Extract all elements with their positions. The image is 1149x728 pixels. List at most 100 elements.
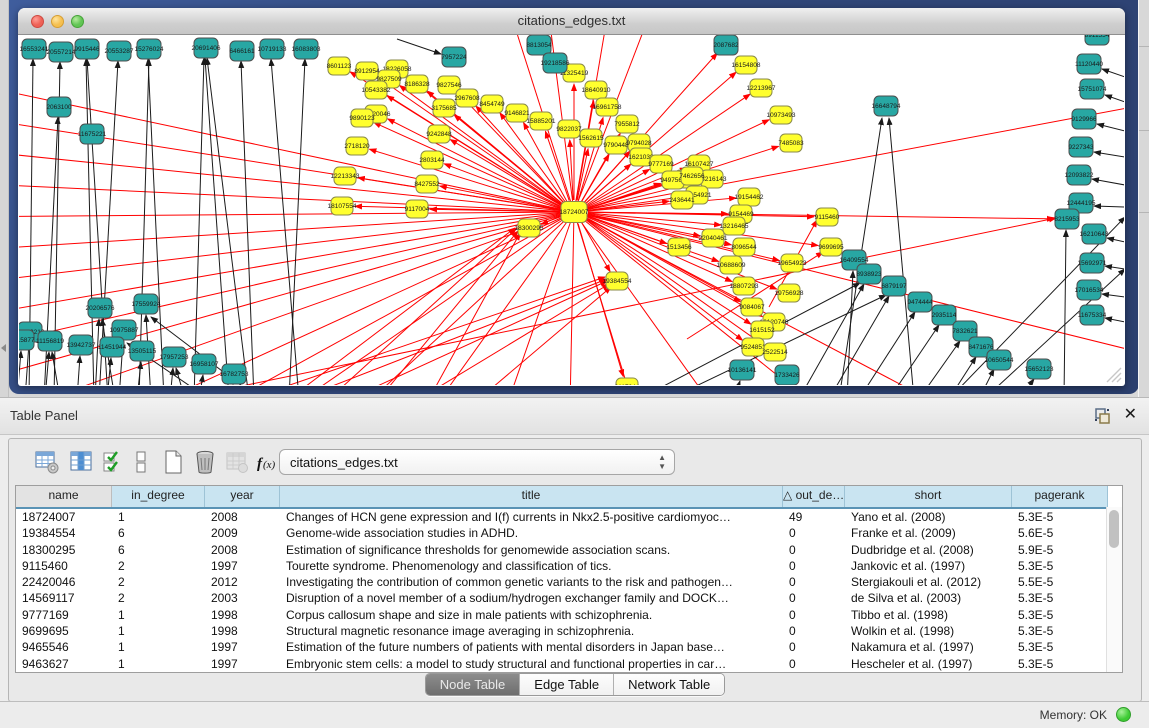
tab-edge-table[interactable]: Edge Table [520, 674, 614, 695]
graph-node[interactable]: 11675221 [78, 124, 107, 144]
graph-node[interactable]: 20553287 [105, 41, 134, 61]
graph-node[interactable]: 19384554 [603, 272, 632, 290]
column-header-in_degree[interactable]: in_degree [112, 486, 205, 507]
graph-node[interactable]: 8601123 [327, 57, 352, 75]
graph-node[interactable]: 6466161 [229, 41, 255, 61]
table-row[interactable]: 1872400712008Changes of HCN gene express… [16, 509, 1122, 525]
column-header-out_de[interactable]: △ out_de… [783, 486, 845, 507]
network-window[interactable]: citations_edges.txt 18724007860112389129… [18, 8, 1125, 386]
graph-node[interactable]: 19756928 [775, 284, 804, 302]
graph-node[interactable]: 1733426 [774, 365, 800, 385]
graph-node[interactable]: 16782753 [220, 364, 249, 384]
graph-node[interactable]: 18807293 [730, 277, 759, 295]
graph-node[interactable]: 9790448 [603, 136, 629, 154]
graph-node[interactable]: 9115460 [815, 208, 840, 226]
graph-node[interactable]: 9915877 [19, 330, 35, 350]
table-vertical-scrollbar[interactable] [1106, 507, 1122, 672]
column-header-year[interactable]: year [205, 486, 280, 507]
collapse-arrow-icon[interactable] [1, 344, 6, 352]
graph-node[interactable]: 12093822 [1065, 165, 1094, 185]
new-table-button[interactable] [159, 448, 187, 476]
graph-node[interactable]: 6879197 [881, 276, 907, 296]
graph-node[interactable]: 3175685 [431, 99, 457, 117]
table-row[interactable]: 977716911998Corpus callosum shape and si… [16, 607, 1122, 623]
graph-node[interactable]: 16210643 [1080, 224, 1109, 244]
graph-node[interactable]: 2522514 [762, 343, 788, 361]
graph-node[interactable]: 9915446 [74, 39, 100, 59]
graph-node[interactable]: 15692971 [1078, 253, 1107, 273]
graph-node[interactable]: 10973493 [767, 106, 796, 124]
graph-node[interactable]: 8813054 [526, 35, 552, 55]
resize-grip[interactable] [1104, 365, 1122, 383]
graph-node[interactable]: 20691406 [192, 38, 221, 58]
graph-node[interactable]: 15885201 [527, 112, 556, 130]
graph-node[interactable]: 2803144 [419, 151, 445, 169]
graph-node[interactable]: 8186328 [404, 75, 430, 93]
graph-node[interactable]: 7462656 [679, 167, 705, 185]
graph-node[interactable]: 17957253 [160, 347, 189, 367]
close-icon[interactable]: ✕ [1124, 406, 1137, 424]
graph-node[interactable]: 9117044 [615, 378, 640, 385]
graph-node[interactable]: 18300295 [515, 219, 544, 237]
graph-node[interactable]: 19654923 [778, 254, 807, 272]
graph-node[interactable]: 12213967 [747, 79, 776, 97]
table-row[interactable]: 946554611997Estimation of the future num… [16, 639, 1122, 655]
graph-node[interactable]: 12213343 [331, 167, 360, 185]
graph-node[interactable]: 13942737 [67, 335, 96, 355]
graph-node[interactable]: 9890123 [349, 109, 375, 127]
graph-node[interactable]: 19218586 [541, 53, 570, 73]
table-row[interactable]: 911546021997Tourette syndrome. Phenomeno… [16, 558, 1122, 574]
left-splitter-strip[interactable] [0, 0, 9, 397]
table-selector[interactable]: citations_edges.txt ▲▼ [279, 449, 675, 475]
graph-node[interactable]: 7957224 [441, 47, 467, 67]
graph-node[interactable]: 7485083 [778, 134, 804, 152]
table-settings-button[interactable] [33, 448, 61, 476]
graph-node[interactable]: 2063100 [46, 97, 72, 117]
graph-node[interactable]: 11156819 [36, 331, 64, 351]
graph-node[interactable]: 15652123 [1025, 359, 1054, 379]
graph-node[interactable]: 10136141 [728, 360, 757, 380]
scrollbar-thumb[interactable] [1109, 510, 1119, 548]
graph-node[interactable]: 2967608 [454, 89, 480, 107]
graph-node[interactable]: 10719133 [258, 39, 287, 59]
column-header-pagerank[interactable]: pagerank [1012, 486, 1108, 507]
graph-node[interactable]: 9227343 [1068, 137, 1094, 157]
table-row[interactable]: 2242004622012Investigating the contribut… [16, 574, 1122, 590]
graph-node[interactable]: 11675334 [1078, 305, 1107, 325]
network-canvas[interactable]: 1872400786011238912954182260589827509818… [19, 35, 1124, 385]
graph-node[interactable]: 1615152 [749, 321, 775, 339]
graph-node[interactable]: 11451944 [98, 337, 127, 357]
graph-node[interactable]: 9084067 [739, 298, 765, 316]
graph-node[interactable]: 9699695 [818, 238, 844, 256]
graph-node[interactable]: 13505115 [128, 341, 157, 361]
graph-node[interactable]: 8454749 [479, 95, 505, 113]
graph-node[interactable]: 18724007 [560, 202, 589, 223]
graph-node[interactable]: 9129966 [1071, 109, 1097, 129]
graph-node[interactable]: 16958107 [190, 354, 219, 374]
graph-node[interactable]: 7955812 [614, 115, 640, 133]
select-all-button[interactable] [99, 448, 127, 476]
graph-node[interactable]: 10650544 [985, 350, 1014, 370]
tab-node-table[interactable]: Node Table [426, 674, 521, 695]
graph-node[interactable]: 18640910 [582, 81, 611, 99]
delete-attributes-button[interactable] [191, 448, 219, 476]
network-window-titlebar[interactable]: citations_edges.txt [18, 8, 1125, 35]
graph-node[interactable]: 15751074 [1078, 79, 1107, 99]
table-row[interactable]: 946362711997Embryonic stem cells: a mode… [16, 656, 1122, 672]
column-header-short[interactable]: short [845, 486, 1012, 507]
graph-node[interactable]: 16553241 [20, 39, 49, 59]
graph-node[interactable]: 8096544 [731, 238, 757, 256]
show-column-button[interactable] [67, 448, 95, 476]
graph-node[interactable]: 9474444 [907, 292, 933, 312]
graph-node[interactable]: 18107554 [328, 197, 357, 215]
tab-network-table[interactable]: Network Table [614, 674, 724, 695]
graph-node[interactable]: 2087682 [713, 35, 739, 55]
graph-node[interactable]: 8938923 [856, 264, 882, 284]
graph-node[interactable]: 2935114 [932, 305, 957, 325]
right-panel-edge[interactable] [1138, 0, 1149, 397]
table-row[interactable]: 1938455462009Genome-wide association stu… [16, 525, 1122, 541]
graph-node[interactable]: 9242848 [426, 125, 452, 143]
table-row[interactable]: 969969511998Structural magnetic resonanc… [16, 623, 1122, 639]
graph-node[interactable]: 20557214 [47, 42, 76, 62]
graph-node[interactable]: 9117004 [405, 200, 430, 218]
